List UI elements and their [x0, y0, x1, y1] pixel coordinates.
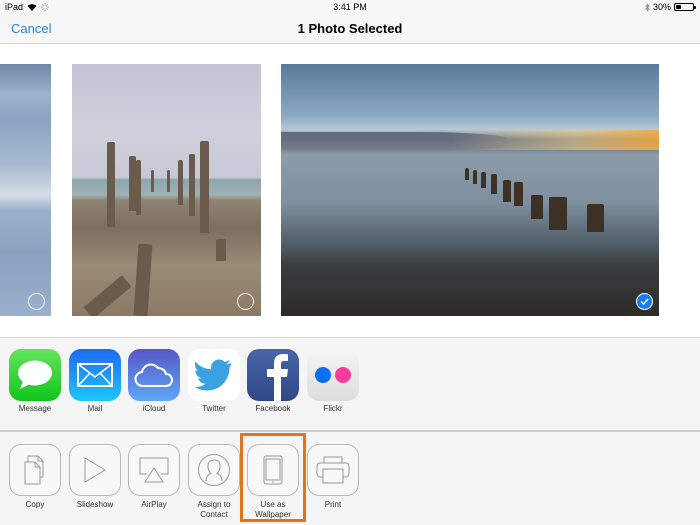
facebook-icon [247, 349, 299, 401]
actions-row: Copy Slideshow AirPlay Assign to Contact… [0, 430, 700, 525]
action-print[interactable]: Print [307, 444, 359, 510]
share-flickr[interactable]: Flickr [307, 349, 359, 414]
copy-icon [9, 444, 61, 496]
selection-circle-icon[interactable] [237, 293, 254, 310]
action-use-as-wallpaper[interactable]: Use as Wallpaper [247, 444, 299, 520]
action-label: Copy [25, 500, 45, 509]
status-bar: iPad 3:41 PM 30% [0, 0, 700, 14]
bluetooth-icon [645, 2, 650, 12]
photo-thumbnail[interactable] [0, 64, 51, 316]
sunset-glow [451, 129, 659, 150]
action-label: Print [324, 500, 342, 509]
contact-icon [188, 444, 240, 496]
flickr-icon [307, 349, 359, 401]
share-label: Twitter [202, 404, 226, 413]
print-icon [307, 444, 359, 496]
message-icon [9, 349, 61, 401]
share-apps-row: Message Mail iCloud Twitter Facebook Fli… [0, 337, 700, 430]
action-assign-contact[interactable]: Assign to Contact [188, 444, 240, 520]
action-label: Use as Wallpaper [255, 500, 291, 519]
action-label: Assign to Contact [197, 500, 231, 519]
action-airplay[interactable]: AirPlay [128, 444, 180, 510]
share-facebook[interactable]: Facebook [247, 349, 299, 414]
selection-circle-icon[interactable] [28, 293, 45, 310]
nav-bar: Cancel 1 Photo Selected [0, 14, 700, 44]
twitter-icon [188, 349, 240, 401]
share-twitter[interactable]: Twitter [188, 349, 240, 414]
share-label: Flickr [323, 404, 343, 413]
battery-level [676, 5, 681, 9]
share-label: Facebook [255, 404, 291, 413]
share-mail[interactable]: Mail [69, 349, 121, 414]
photo-thumbnail[interactable] [72, 64, 261, 316]
clock: 3:41 PM [333, 2, 367, 12]
page-title: 1 Photo Selected [297, 21, 403, 36]
share-label: Mail [87, 404, 103, 413]
mail-icon [69, 349, 121, 401]
photo-strip[interactable] [0, 44, 700, 337]
icloud-icon [128, 349, 180, 401]
airplay-icon [128, 444, 180, 496]
slideshow-icon [69, 444, 121, 496]
share-label: Message [18, 404, 52, 413]
action-copy[interactable]: Copy [9, 444, 61, 510]
share-label: iCloud [142, 404, 166, 413]
selected-check-icon[interactable] [636, 293, 653, 310]
action-slideshow[interactable]: Slideshow [69, 444, 121, 510]
battery-icon [674, 3, 696, 11]
photo-thumbnail-selected[interactable] [281, 64, 659, 316]
battery-percent: 30% [652, 2, 671, 12]
share-message[interactable]: Message [9, 349, 61, 414]
share-icloud[interactable]: iCloud [128, 349, 180, 414]
wallpaper-icon [247, 444, 299, 496]
action-label: Slideshow [76, 500, 114, 509]
action-label: AirPlay [141, 500, 167, 509]
